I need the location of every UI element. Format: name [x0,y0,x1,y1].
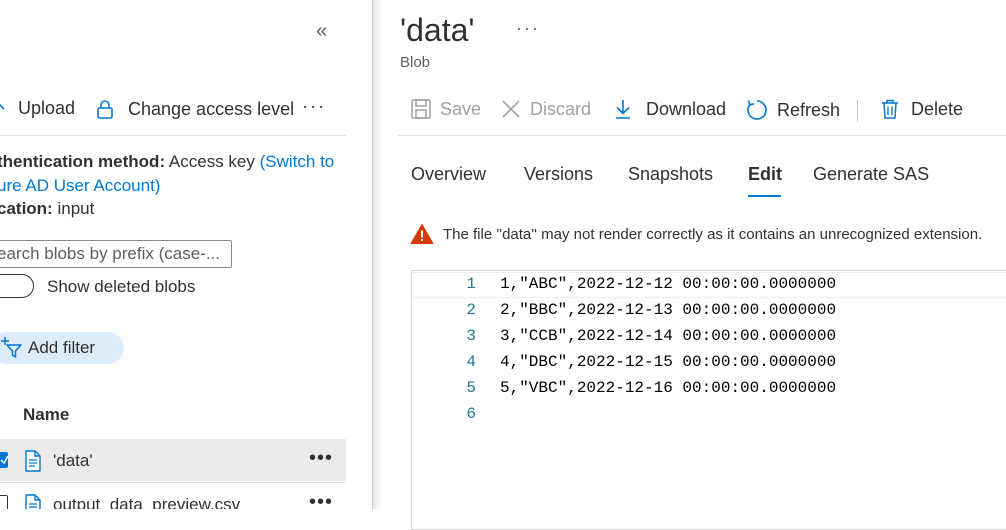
line-number: 6 [466,405,476,423]
show-deleted-toggle[interactable] [0,274,34,298]
delete-button[interactable]: Delete [879,98,963,120]
active-tab-indicator [748,195,781,197]
refresh-icon [747,100,767,120]
refresh-label: Refresh [777,99,841,120]
code-line[interactable]: 4,"DBC",2022-12-15 00:00:00.0000000 [500,353,836,371]
row-more-icon[interactable]: ••• [309,491,333,509]
document-icon [25,450,41,472]
code-line[interactable]: 1,"ABC",2022-12-12 00:00:00.0000000 [500,275,836,293]
tab-edit[interactable]: Edit [748,164,782,185]
upload-icon [0,103,5,110]
panel-shadow [372,0,382,509]
line-number: 4 [466,353,476,371]
line-number: 3 [466,327,476,345]
auth-method-label: thentication method: [0,152,166,171]
blob-name[interactable]: output_data_preview.csv [53,495,240,509]
code-line[interactable]: 2,"BBC",2022-12-13 00:00:00.0000000 [500,301,836,319]
toolbar-separator [857,100,858,122]
close-icon [502,100,520,118]
refresh-button[interactable]: Refresh [745,98,840,122]
toolbar-divider [398,135,1006,136]
row-checkbox[interactable] [0,495,8,509]
location-value: input [57,199,95,218]
download-button[interactable]: Download [612,98,726,120]
discard-button[interactable]: Discard [500,98,591,120]
blob-title: 'data' [400,12,475,48]
lock-icon [97,100,113,119]
blob-name[interactable]: 'data' [53,451,93,471]
tab-snapshots[interactable]: Snapshots [628,164,713,185]
download-label: Download [646,98,727,119]
table-row[interactable]: 'data' ••• [0,439,346,481]
code-editor[interactable]: 1 1,"ABC",2022-12-12 00:00:00.0000000 2 … [411,270,1006,530]
code-line[interactable]: 5,"VBC",2022-12-16 00:00:00.0000000 [500,379,836,397]
change-access-level-button[interactable]: Change access level [94,98,294,120]
tab-generate-sas[interactable]: Generate SAS [813,164,929,185]
add-filter-button[interactable]: Add filter [0,332,124,364]
upload-label: Upload [18,98,76,118]
row-more-icon[interactable]: ••• [309,447,333,470]
trash-icon [882,99,898,119]
code-line[interactable]: 3,"CCB",2022-12-14 00:00:00.0000000 [500,327,836,345]
more-options-icon[interactable]: ··· [302,96,326,117]
save-label: Save [440,98,482,119]
switch-auth-link[interactable]: (Switch to [260,152,335,171]
title-more-icon[interactable]: ··· [516,18,540,39]
table-row[interactable]: output_data_preview.csv ••• [0,482,346,509]
download-icon [616,100,630,119]
save-button[interactable]: Save [410,98,481,120]
toolbar-divider [0,135,346,136]
auth-method-value: Access key [168,152,255,171]
blob-subtitle: Blob [400,54,431,71]
warning-message: The file ''data'' may not render correct… [443,226,983,243]
upload-button[interactable]: Upload [0,98,75,119]
collapse-icon[interactable]: « [316,20,327,43]
line-number: 2 [466,301,476,319]
auth-method-line: thentication method: Access key (Switch … [0,152,334,172]
add-filter-label: Add filter [28,338,96,357]
line-number: 5 [466,379,476,397]
delete-label: Delete [911,98,964,119]
tab-versions[interactable]: Versions [524,164,593,185]
switch-auth-link-continued[interactable]: ure AD User Account) [0,176,160,196]
search-blobs-input[interactable] [0,240,232,268]
save-icon [411,99,431,119]
tab-overview[interactable]: Overview [411,164,486,185]
document-icon [25,494,41,509]
column-header-name[interactable]: Name [23,405,69,425]
location-label: cation: [0,199,53,218]
location-line: cation: input [0,199,94,219]
blob-list-panel: « Upload Change access level ··· thentic… [0,0,373,509]
filter-icon [1,337,22,358]
change-access-level-label: Change access level [128,98,295,119]
row-checkbox[interactable] [0,452,9,468]
discard-label: Discard [530,98,592,119]
line-number: 1 [466,275,476,293]
show-deleted-label: Show deleted blobs [47,277,196,296]
warning-icon [410,224,434,244]
